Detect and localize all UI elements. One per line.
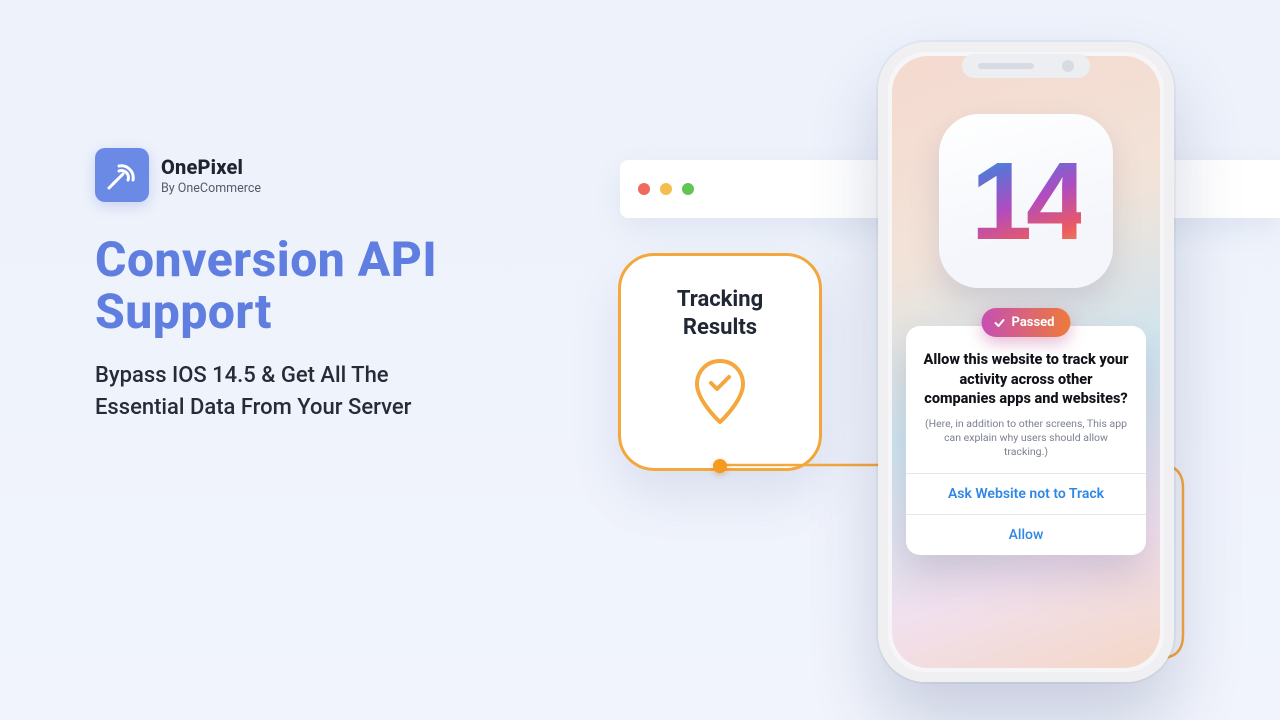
tracking-card-title: Tracking Results <box>677 286 763 341</box>
phone-mockup: 14 Passed Allow this website to track yo… <box>878 42 1174 682</box>
hero-copy: OnePixel By OneCommerce Conversion API S… <box>95 148 575 423</box>
page-headline: Conversion API Support <box>95 234 575 338</box>
sub-line-1: Bypass IOS 14.5 & Get All The <box>95 363 389 388</box>
allow-tracking-button[interactable]: Allow <box>906 514 1146 555</box>
traffic-light-minimize-icon <box>660 183 672 195</box>
check-icon <box>994 317 1006 329</box>
brand-name: OnePixel <box>161 155 261 179</box>
tracking-permission-prompt: Allow this website to track your activit… <box>906 326 1146 555</box>
passed-badge: Passed <box>982 308 1071 337</box>
brand-logo-icon <box>95 148 149 202</box>
deny-tracking-button[interactable]: Ask Website not to Track <box>906 473 1146 514</box>
brand-lockup: OnePixel By OneCommerce <box>95 148 575 202</box>
prompt-title: Allow this website to track your activit… <box>922 350 1130 409</box>
prompt-subtitle: (Here, in addition to other screens, Thi… <box>922 417 1130 460</box>
page-subheadline: Bypass IOS 14.5 & Get All The Essential … <box>95 360 515 424</box>
sub-line-2: Essential Data From Your Server <box>95 395 411 420</box>
traffic-light-close-icon <box>638 183 650 195</box>
connector-start-dot-icon <box>713 459 727 473</box>
ios14-label: 14 <box>971 138 1081 265</box>
tracking-title-line-1: Tracking <box>677 287 763 312</box>
headline-line-1: Conversion API <box>95 231 437 288</box>
tracking-title-line-2: Results <box>683 315 757 340</box>
tracking-results-card: Tracking Results <box>618 253 822 471</box>
headline-line-2: Support <box>95 283 272 340</box>
traffic-light-zoom-icon <box>682 183 694 195</box>
phone-notch <box>962 54 1090 78</box>
phone-screen: 14 Passed Allow this website to track yo… <box>892 56 1160 668</box>
ios14-app-icon: 14 <box>939 114 1113 288</box>
location-check-icon <box>693 359 747 429</box>
passed-label: Passed <box>1012 315 1055 330</box>
brand-byline: By OneCommerce <box>161 181 261 196</box>
